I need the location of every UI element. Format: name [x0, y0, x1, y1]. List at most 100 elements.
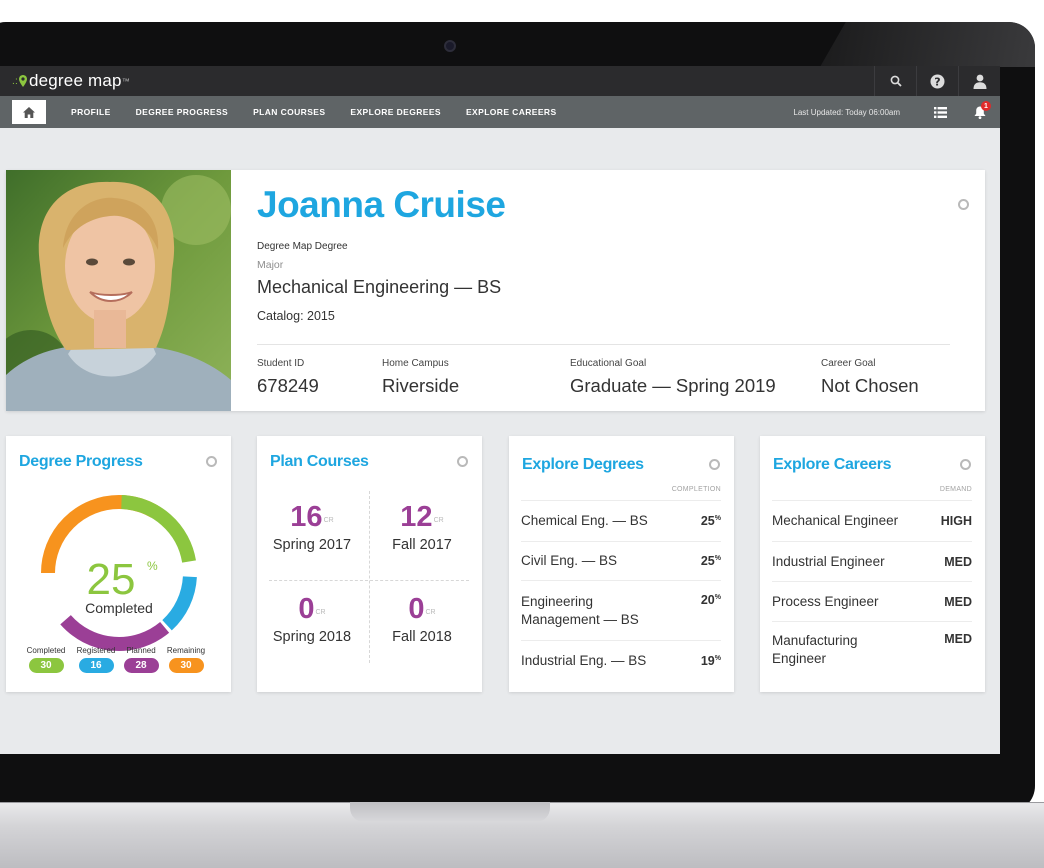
legend-planned[interactable]: Planned 28 [118, 646, 164, 673]
educational-goal-label: Educational Goal [570, 358, 647, 369]
donut-status: Completed [85, 600, 153, 616]
legend-remaining[interactable]: Remaining 30 [163, 646, 209, 673]
career-row[interactable]: Industrial Engineer MED [772, 541, 972, 581]
notifications-button[interactable]: 1 [960, 96, 1000, 128]
degree-name: Civil Eng. — BS [521, 553, 618, 568]
legend-completed-label: Completed [26, 646, 66, 655]
search-icon [890, 75, 902, 87]
user-account-button[interactable] [958, 66, 1000, 96]
home-button[interactable] [12, 100, 46, 124]
degree-completion: 20 [700, 593, 715, 607]
explore-degrees-title[interactable]: Explore Degrees [522, 456, 644, 474]
career-goal-label: Career Goal [821, 358, 876, 369]
legend-planned-label: Planned [126, 646, 156, 655]
career-row[interactable]: Manufacturing Engineer MED [772, 621, 972, 677]
student-photo [6, 170, 231, 411]
plan-courses-card[interactable]: Plan Courses 16CR Spring 2017 12CR Fall … [257, 436, 482, 692]
credits-unit: CR [315, 609, 326, 616]
major-value: Mechanical Engineering — BS [257, 277, 502, 297]
explore-careers-settings-icon[interactable] [960, 459, 971, 470]
term-spring-2018[interactable]: 0CR Spring 2018 [257, 594, 367, 645]
credits-unit: CR [323, 517, 334, 524]
nav-degree-progress[interactable]: DEGREE PROGRESS [136, 107, 228, 117]
term-spring-2017[interactable]: 16CR Spring 2017 [257, 502, 367, 553]
svg-text:?: ? [934, 75, 940, 88]
degree-row[interactable]: Chemical Eng. — BS 25% [521, 500, 721, 541]
donut-percent: 25 [87, 555, 136, 604]
term-fall-2018[interactable]: 0CR Fall 2018 [367, 594, 477, 645]
donut-percent-sign: % [147, 559, 158, 573]
term-credits: 12 [400, 501, 433, 533]
explore-careers-title[interactable]: Explore Careers [773, 456, 892, 474]
help-icon: ? [930, 74, 945, 88]
career-demand: MED [944, 554, 972, 569]
term-name: Spring 2017 [272, 537, 352, 553]
catalog-year: Catalog: 2015 [257, 309, 335, 323]
legend-planned-chip: 28 [123, 658, 159, 673]
nav-plan-courses[interactable]: PLAN COURSES [253, 107, 325, 117]
main-nav: PROFILE DEGREE PROGRESS PLAN COURSES EXP… [0, 96, 1000, 128]
nav-explore-degrees[interactable]: EXPLORE DEGREES [350, 107, 441, 117]
degree-name: Engineering Management — BS [521, 594, 639, 627]
explore-careers-card[interactable]: Explore Careers DEMAND Mechanical Engine… [760, 436, 985, 692]
list-view-button[interactable] [920, 96, 960, 128]
legend-remaining-label: Remaining [166, 646, 206, 655]
student-id-value: 678249 [257, 375, 319, 396]
search-button[interactable] [874, 66, 916, 96]
logo-text: degree map [28, 71, 122, 90]
demand-column-header: DEMAND [939, 486, 972, 493]
student-portrait-image [6, 170, 231, 411]
app-logo[interactable]: .: degree map ™ [12, 71, 130, 91]
logo-trademark: ™ [121, 76, 130, 86]
career-name: Mechanical Engineer [772, 513, 899, 528]
career-name: Manufacturing Engineer [772, 633, 858, 666]
legend-registered[interactable]: Registered 16 [73, 646, 119, 673]
webcam [444, 40, 456, 52]
bezel-reflection [820, 22, 1035, 67]
term-fall-2017[interactable]: 12CR Fall 2017 [367, 502, 477, 553]
degree-name: Chemical Eng. — BS [521, 513, 648, 528]
legend-registered-chip: 16 [78, 658, 114, 673]
app-screen: .: degree map ™ ? PROFILE DEGREE PROGRESS… [0, 66, 1000, 754]
logo-pin-icon [18, 75, 27, 87]
legend-completed[interactable]: Completed 30 [23, 646, 69, 673]
home-icon [23, 106, 35, 118]
plan-courses-settings-icon[interactable] [457, 456, 468, 467]
percent-unit: % [714, 593, 721, 601]
laptop-notch [350, 802, 550, 822]
nav-explore-careers[interactable]: EXPLORE CAREERS [466, 107, 557, 117]
career-name: Process Engineer [772, 593, 879, 609]
legend-remaining-chip: 30 [168, 658, 204, 673]
profile-settings-icon[interactable] [958, 199, 969, 210]
degree-row[interactable]: Industrial Eng. — BS 19% [521, 640, 721, 680]
career-demand: MED [944, 594, 972, 609]
percent-unit: % [714, 654, 721, 662]
career-row[interactable]: Mechanical Engineer HIGH [772, 500, 972, 541]
explore-degrees-card[interactable]: Explore Degrees COMPLETION Chemical Eng.… [509, 436, 734, 692]
plan-courses-title[interactable]: Plan Courses [270, 453, 369, 471]
percent-unit: % [714, 554, 721, 562]
career-goal-value: Not Chosen [821, 375, 919, 396]
header-icons: ? [874, 66, 1000, 96]
legend-completed-chip: 30 [28, 658, 64, 673]
help-button[interactable]: ? [916, 66, 958, 96]
term-name: Fall 2017 [392, 537, 452, 553]
degree-row[interactable]: Engineering Management — BS 20% [521, 580, 721, 640]
degree-row[interactable]: Civil Eng. — BS 25% [521, 541, 721, 580]
plan-grid-horizontal-divider [269, 580, 469, 581]
term-credits: 0 [408, 593, 425, 625]
logo-dots-icon: .: [12, 75, 18, 87]
career-name: Industrial Engineer [772, 553, 885, 569]
degree-completion: 19 [700, 653, 715, 668]
list-icon [933, 106, 947, 118]
term-name: Fall 2018 [392, 629, 452, 645]
nav-profile[interactable]: PROFILE [71, 107, 111, 117]
career-row[interactable]: Process Engineer MED [772, 581, 972, 621]
credits-unit: CR [433, 517, 444, 524]
credits-unit: CR [425, 609, 436, 616]
degree-label: Degree Map Degree [257, 241, 348, 252]
nav-right: Last Updated: Today 06:00am 1 [793, 96, 1000, 128]
term-name: Spring 2018 [272, 629, 352, 645]
degree-progress-card[interactable]: Degree Progress 25 % Completed Completed… [6, 436, 231, 692]
explore-degrees-settings-icon[interactable] [709, 459, 720, 470]
